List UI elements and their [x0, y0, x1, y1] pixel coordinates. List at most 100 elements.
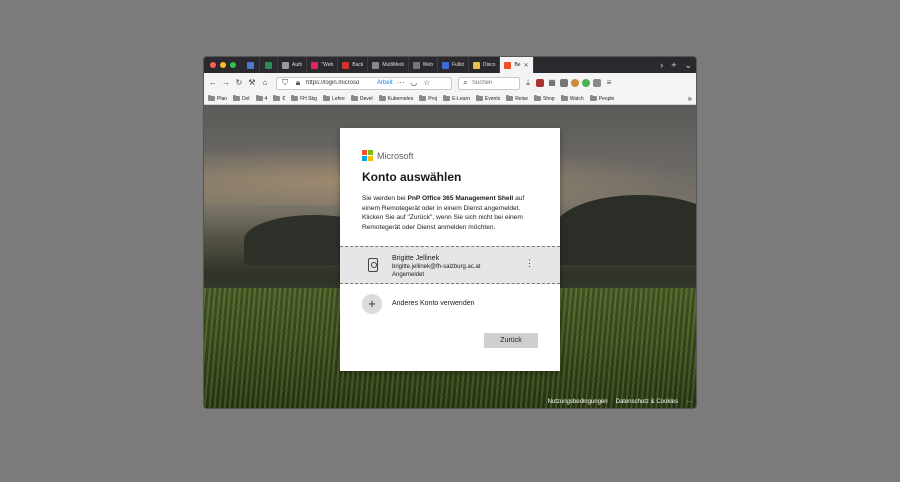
- account-picker-dialog: Microsoft Konto auswählen Sie werden bei…: [340, 128, 560, 371]
- bookmark-folder[interactable]: Kubernetes: [378, 95, 414, 102]
- tab-label: Disco: [482, 62, 496, 68]
- bookmark-folder[interactable]: Proj: [419, 95, 437, 102]
- folder-icon: [560, 95, 568, 101]
- menu-icon[interactable]: ≡: [604, 78, 614, 88]
- container-badge[interactable]: Arbeit: [377, 80, 393, 86]
- bookmark-label: Kubernetes: [387, 95, 414, 102]
- close-window-button[interactable]: [210, 62, 216, 68]
- terms-link[interactable]: Nutzungsbedingungen: [548, 399, 608, 405]
- bookmark-folder[interactable]: Reise: [506, 95, 528, 102]
- search-bar[interactable]: ⌕: [458, 76, 520, 90]
- search-icon: ⌕: [463, 78, 468, 87]
- bookmark-label: 4: [264, 95, 268, 102]
- new-tab-button[interactable]: +: [667, 57, 680, 73]
- folder-icon: [255, 95, 263, 101]
- use-another-account[interactable]: + Anderes Konto verwenden: [340, 288, 560, 320]
- bookmark-folder[interactable]: Shop: [534, 95, 555, 102]
- tab-overflow-icon[interactable]: ›: [656, 57, 667, 73]
- wrench-icon[interactable]: ⚒: [247, 78, 257, 88]
- tab-pinned[interactable]: [242, 57, 260, 73]
- bookmark-folder[interactable]: 4: [255, 95, 268, 102]
- minimize-window-button[interactable]: [220, 62, 226, 68]
- bookmark-label: Plan: [217, 95, 228, 102]
- tab-favicon-icon: [342, 61, 350, 69]
- bookmark-label: Watch: [569, 95, 584, 102]
- tab-favicon-icon: [247, 61, 254, 69]
- extension-grid-icon[interactable]: ▦: [547, 78, 557, 88]
- folder-icon: [378, 95, 386, 101]
- microsoft-logo-icon: [362, 150, 373, 161]
- bookmark-folder[interactable]: Watch: [560, 95, 584, 102]
- reload-icon[interactable]: ↻: [234, 78, 244, 88]
- download-icon[interactable]: ⤓: [523, 78, 533, 88]
- folder-icon: [443, 95, 451, 101]
- home-icon[interactable]: ⌂: [260, 78, 270, 88]
- bookmark-label: Devel: [359, 95, 373, 102]
- bookmark-label: FH Sbg: [300, 95, 318, 102]
- folder-icon: [291, 95, 299, 101]
- bookmark-folder[interactable]: People: [589, 95, 615, 102]
- pocket-icon[interactable]: ◡: [409, 78, 419, 88]
- brand-name: Microsoft: [377, 150, 414, 161]
- page-content: Microsoft Konto auswählen Sie werden bei…: [204, 105, 696, 408]
- tab[interactable]: "Web: [307, 57, 339, 73]
- use-another-account-label: Anderes Konto verwenden: [392, 300, 475, 307]
- page-actions-icon[interactable]: ···: [396, 78, 406, 88]
- bookmark-star-icon[interactable]: ☆: [422, 78, 432, 88]
- url-text[interactable]: https://login.microso: [306, 80, 374, 86]
- bookmark-folder[interactable]: Dol: [233, 95, 250, 102]
- navigation-bar: ← → ↻ ⚒ ⌂ ⛉ 🔒︎ https://login.microso Arb…: [204, 73, 696, 93]
- back-arrow-icon[interactable]: ←: [208, 78, 218, 88]
- bookmark-folder[interactable]: E-Learn: [443, 95, 470, 102]
- privacy-link[interactable]: Datenschutz & Cookies: [616, 399, 678, 405]
- tab[interactable]: Auth: [278, 57, 308, 73]
- address-bar[interactable]: ⛉ 🔒︎ https://login.microso Arbeit ··· ◡ …: [276, 76, 452, 90]
- account-email: brigitte.jellinek@fh-salzburg.ac.at: [392, 264, 481, 270]
- folder-icon: [419, 95, 427, 101]
- bookmark-folder[interactable]: €: [273, 95, 285, 102]
- shield-icon[interactable]: ⛉: [280, 78, 290, 88]
- bookmark-folder[interactable]: Devel: [350, 95, 373, 102]
- extension-reader-icon[interactable]: [593, 79, 601, 87]
- tab[interactable]: Fullst: [438, 57, 469, 73]
- extension-green-icon[interactable]: [582, 79, 590, 87]
- tab[interactable]: Back: [338, 57, 369, 73]
- tab[interactable]: MultiMedi: [368, 57, 409, 73]
- extension-cookie-icon[interactable]: [571, 79, 579, 87]
- tab-favicon-icon: [504, 61, 512, 69]
- tab-list-chevron-icon[interactable]: ⌄: [680, 57, 696, 73]
- account-tile[interactable]: Brigitte Jellinek brigitte.jellinek@fh-s…: [340, 246, 560, 284]
- tab-active[interactable]: Be ✕: [500, 57, 534, 73]
- tab-favicon-icon: [311, 61, 319, 69]
- lock-icon[interactable]: 🔒︎: [293, 78, 303, 88]
- plus-icon: +: [362, 294, 382, 314]
- dialog-description: Sie werden bei PnP Office 365 Management…: [362, 194, 542, 232]
- bookmark-folder[interactable]: Events: [475, 95, 500, 102]
- account-status: Angemeldet: [392, 272, 425, 278]
- account-name: Brigitte Jellinek: [392, 255, 440, 262]
- close-tab-icon[interactable]: ✕: [524, 62, 529, 69]
- folder-icon: [589, 95, 597, 101]
- bookmark-label: People: [598, 95, 615, 102]
- tab-bar: Auth "Web Back MultiMedi Web Fullst Disco Be ✕ ›…: [204, 57, 696, 73]
- search-input[interactable]: [472, 80, 516, 86]
- more-options-icon[interactable]: ⋮: [525, 259, 534, 268]
- tab[interactable]: Disco: [469, 57, 501, 73]
- bookmark-folder[interactable]: Plan: [208, 95, 228, 102]
- tab-favicon-icon: [265, 61, 272, 69]
- bookmark-folder[interactable]: FH Sbg: [291, 95, 318, 102]
- tab-pinned[interactable]: [260, 57, 278, 73]
- extension-container-icon[interactable]: [560, 79, 568, 87]
- footer-more-icon[interactable]: ···: [686, 399, 692, 405]
- forward-arrow-icon[interactable]: →: [221, 78, 231, 88]
- back-button[interactable]: Zurück: [484, 333, 538, 348]
- maximize-window-button[interactable]: [230, 62, 236, 68]
- bookmarks-overflow-icon[interactable]: »: [688, 94, 692, 103]
- window-controls: [204, 62, 242, 68]
- bookmark-folder[interactable]: Lehre: [323, 95, 345, 102]
- folder-icon: [475, 95, 483, 101]
- dialog-title: Konto auswählen: [362, 170, 462, 184]
- extension-shield-icon[interactable]: [536, 79, 544, 87]
- tab[interactable]: Web: [409, 57, 438, 73]
- desc-app-name: PnP Office 365 Management Shell: [407, 195, 514, 202]
